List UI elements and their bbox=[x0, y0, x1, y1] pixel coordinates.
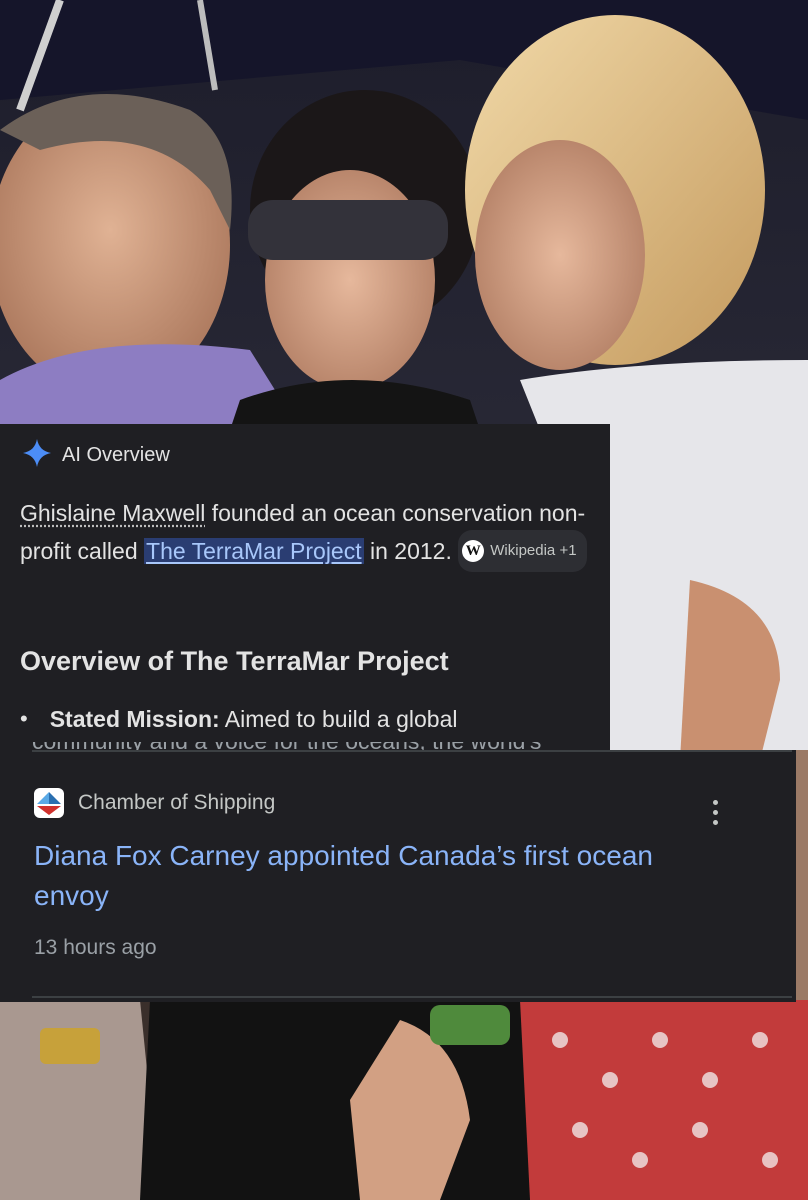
bullet-text: Aimed to build a global bbox=[219, 706, 458, 732]
bullet-cutoff-text: community and a voice for the oceans, th… bbox=[32, 742, 592, 750]
news-card[interactable]: Chamber of Shipping Diana Fox Carney app… bbox=[0, 750, 796, 1002]
bullet-label: Stated Mission: bbox=[49, 706, 220, 732]
terramar-project-link[interactable]: The TerraMar Project bbox=[144, 538, 364, 565]
section-heading: Overview of The TerraMar Project bbox=[20, 646, 449, 676]
entity-link-ghislaine-maxwell[interactable]: Ghislaine Maxwell bbox=[20, 500, 205, 526]
divider-top bbox=[32, 750, 792, 752]
bullet-text-wrap: Stated Mission: Aimed to build a global bbox=[50, 706, 458, 733]
source-chip-label: Wikipedia +1 bbox=[490, 542, 577, 559]
source-chip-wikipedia[interactable]: W Wikipedia +1 bbox=[458, 530, 587, 572]
bullet-cutoff-line: community and a voice for the oceans, th… bbox=[32, 742, 592, 750]
divider-bottom bbox=[32, 996, 792, 998]
more-options-icon[interactable] bbox=[700, 794, 730, 830]
news-timestamp: 13 hours ago bbox=[34, 936, 157, 959]
news-source-name: Chamber of Shipping bbox=[78, 791, 276, 814]
bullet-dot-icon: • bbox=[20, 706, 28, 731]
chamber-of-shipping-logo-icon bbox=[34, 788, 64, 818]
bullet-item: • Stated Mission: Aimed to build a globa… bbox=[20, 706, 458, 733]
news-headline-link[interactable]: Diana Fox Carney appointed Canada’s firs… bbox=[34, 836, 694, 916]
ai-text-part-2: in 2012. bbox=[363, 538, 459, 565]
sparkle-icon bbox=[22, 438, 52, 473]
ai-overview-text: Ghislaine Maxwell founded an ocean conse… bbox=[20, 494, 590, 574]
ai-overview-label: AI Overview bbox=[62, 444, 170, 466]
ai-overview-header: AI Overview bbox=[22, 438, 170, 473]
wikipedia-icon: W bbox=[462, 540, 485, 562]
ai-overview-card: AI Overview Ghislaine Maxwell founded an… bbox=[0, 424, 610, 750]
news-source: Chamber of Shipping bbox=[34, 788, 275, 818]
